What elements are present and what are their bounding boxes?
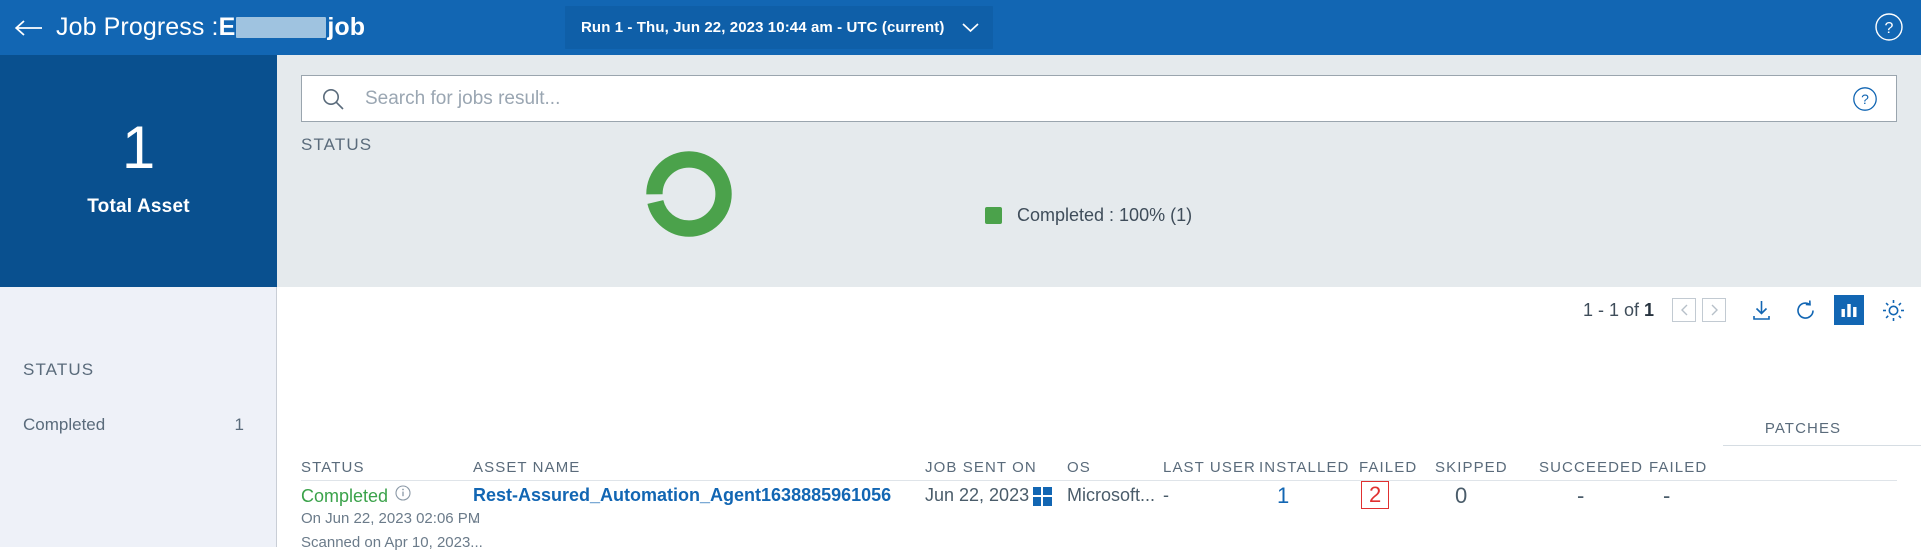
job-progress-page: Job Progress : Ejob Run 1 - Thu, Jun 22,…: [0, 0, 1921, 551]
chart-view-button[interactable]: [1834, 295, 1864, 325]
chevron-right-icon: [1711, 304, 1718, 316]
cell-patches-installed[interactable]: 1: [1277, 483, 1289, 509]
main-content: ? STATUS Completed : 100% (1) 1 - 1 of 1: [277, 55, 1921, 551]
redaction-block: [236, 17, 327, 38]
patches-failed-value: 2: [1361, 481, 1390, 510]
chevron-down-icon: [962, 22, 980, 33]
status-summary-panel: ? STATUS Completed : 100% (1): [277, 55, 1921, 287]
total-asset-card: 1 Total Asset: [0, 55, 277, 287]
page-title-prefix: Job Progress :: [56, 13, 219, 41]
column-header-patches-failed[interactable]: FAILED: [1359, 459, 1417, 476]
run-selector-label: Run 1 - Thu, Jun 22, 2023 10:44 am - UTC…: [581, 19, 945, 36]
status-chart-heading: STATUS: [301, 135, 373, 154]
column-header-job-sent-on[interactable]: JOB SENT ON: [925, 459, 1037, 476]
cell-actions-succeeded: -: [1577, 483, 1585, 508]
cell-asset-name-link[interactable]: Rest-Assured_Automation_Agent16388859610…: [473, 485, 891, 506]
search-input[interactable]: [363, 86, 1852, 111]
cell-patches-failed[interactable]: 2: [1361, 481, 1390, 510]
page-title: Job Progress : Ejob: [56, 13, 365, 42]
back-button[interactable]: [6, 0, 52, 55]
help-button[interactable]: ?: [1870, 8, 1908, 46]
bar-chart-icon: [1841, 304, 1857, 317]
column-header-installed[interactable]: INSTALLED: [1259, 459, 1349, 476]
search-bar[interactable]: ?: [301, 75, 1897, 122]
question-circle-icon: ?: [1875, 13, 1903, 41]
column-header-actions-failed[interactable]: FAILED: [1649, 459, 1707, 476]
page-title-job-end: job: [327, 13, 366, 41]
gear-icon: [1882, 299, 1904, 321]
sidebar-item-label: Completed: [23, 415, 106, 434]
run-selector-dropdown[interactable]: Run 1 - Thu, Jun 22, 2023 10:44 am - UTC…: [565, 6, 994, 49]
cell-status: Completed: [301, 485, 411, 507]
cell-asset-subtext: -: [473, 513, 478, 530]
group-header-patches: PATCHES: [1764, 420, 1842, 437]
page-title-job-start: E: [218, 13, 236, 41]
sidebar-item-completed[interactable]: Completed 1: [0, 410, 277, 440]
download-icon: [1752, 300, 1770, 320]
search-icon: [321, 87, 345, 111]
search-help-icon[interactable]: ?: [1852, 86, 1878, 112]
cell-status-sent: On Jun 22, 2023 02:06 PM: [301, 510, 481, 527]
download-button[interactable]: [1746, 295, 1776, 325]
settings-button[interactable]: [1878, 295, 1908, 325]
column-header-asset-name[interactable]: ASSET NAME: [473, 459, 580, 476]
column-header-status[interactable]: STATUS: [301, 459, 365, 476]
cell-status-scanned: Scanned on Apr 10, 2023...: [301, 534, 483, 551]
total-asset-count: 1: [121, 114, 156, 181]
info-circle-icon[interactable]: [395, 485, 411, 506]
svg-text:?: ?: [1885, 20, 1894, 37]
sidebar-status-heading: STATUS: [23, 360, 95, 379]
cell-actions-failed: -: [1663, 483, 1671, 508]
cell-patches-skipped: 0: [1455, 483, 1468, 508]
sidebar-item-count: 1: [234, 415, 244, 434]
chevron-left-icon: [1680, 304, 1687, 316]
pagination-prev-button[interactable]: [1672, 298, 1696, 322]
arrow-left-icon: [14, 19, 42, 36]
table-header-divider: [301, 480, 1897, 481]
column-header-succeeded[interactable]: SUCCEEDED: [1539, 459, 1643, 476]
pagination-next-button[interactable]: [1702, 298, 1726, 322]
cell-os-name: Microsoft...: [1067, 485, 1156, 505]
legend-swatch-completed: [985, 207, 1002, 224]
app-header: Job Progress : Ejob Run 1 - Thu, Jun 22,…: [0, 0, 1921, 55]
pagination-total: 1: [1643, 299, 1654, 320]
status-badge: Completed: [301, 486, 389, 506]
refresh-icon: [1796, 299, 1814, 319]
refresh-button[interactable]: [1790, 295, 1820, 325]
total-asset-label: Total Asset: [87, 196, 190, 217]
cell-last-user: -: [1163, 485, 1169, 505]
left-sidebar: 1 Total Asset STATUS Completed 1: [0, 55, 277, 547]
column-header-skipped[interactable]: SKIPPED: [1435, 459, 1508, 476]
cell-os-icon: [1033, 487, 1052, 511]
pagination-info: 1 - 1 of 1: [1583, 300, 1654, 321]
status-chart-legend: Completed : 100% (1): [985, 205, 1192, 226]
status-donut-chart: [646, 151, 732, 237]
windows-icon: [1033, 487, 1052, 506]
legend-label-completed: Completed : 100% (1): [1017, 205, 1193, 225]
column-header-last-user[interactable]: LAST USER: [1163, 459, 1256, 476]
cell-job-sent-on: Jun 22, 2023: [925, 485, 1030, 505]
group-header-divider: [1723, 445, 1921, 446]
pagination-range: 1 - 1 of: [1582, 299, 1644, 320]
svg-text:?: ?: [1861, 91, 1869, 107]
column-header-os[interactable]: OS: [1067, 459, 1091, 476]
table-toolbar: 1 - 1 of 1: [1583, 290, 1908, 330]
